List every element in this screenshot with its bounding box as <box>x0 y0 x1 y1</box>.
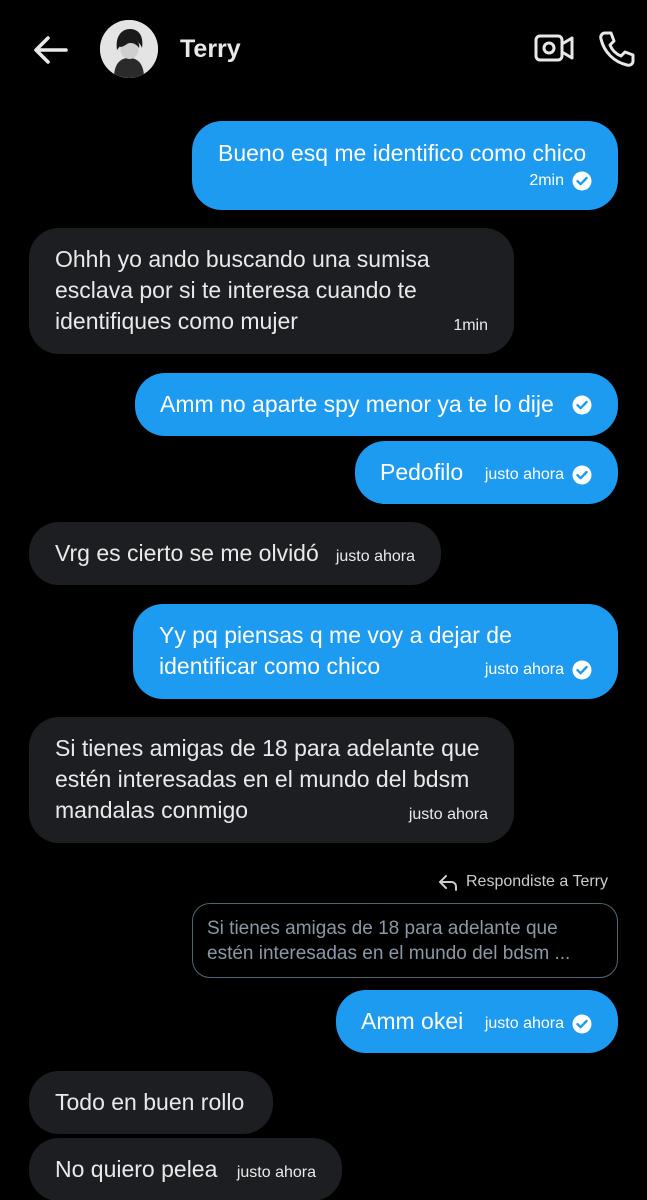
message-meta: justo ahora <box>485 660 592 680</box>
seen-check-icon <box>572 660 592 680</box>
message-meta: 1min <box>453 316 488 336</box>
message-text: Todo en buen rollo <box>55 1089 245 1115</box>
message-bubble-incoming[interactable]: Todo en buen rollo <box>29 1071 273 1134</box>
message-bubble-outgoing[interactable]: Bueno esq me identifico como chico 2min <box>192 121 618 210</box>
message-text: No quiero pelea <box>55 1156 218 1182</box>
reply-label: Respondiste a Terry <box>438 873 608 891</box>
message-text: Yy pq piensas q me voy a dejar de identi… <box>159 622 512 679</box>
seen-check-icon <box>572 171 592 191</box>
message-meta: justo ahora <box>485 465 592 485</box>
video-camera-icon[interactable] <box>533 30 575 66</box>
message-text: Pedofilo <box>380 459 464 485</box>
timestamp: justo ahora <box>484 466 564 483</box>
message-bubble-outgoing[interactable]: Pedofilo justo ahora <box>355 441 618 504</box>
message-text: Amm no aparte spy menor ya te lo dije <box>160 391 554 417</box>
message-bubble-outgoing[interactable]: Amm okei justo ahora <box>336 990 618 1053</box>
message-text: Amm okei <box>361 1008 464 1034</box>
avatar[interactable] <box>100 20 158 78</box>
timestamp: justo ahora <box>484 661 564 678</box>
seen-check-icon <box>572 395 592 415</box>
timestamp: 2min <box>529 172 564 189</box>
arrow-left-icon[interactable] <box>28 28 72 72</box>
phone-icon[interactable] <box>596 28 638 70</box>
message-meta: justo ahora <box>336 547 415 567</box>
message-meta: justo ahora <box>485 1014 592 1034</box>
message-bubble-incoming[interactable]: No quiero pelea justo ahora <box>29 1138 342 1200</box>
timestamp: 1min <box>453 317 488 334</box>
message-text: Ohhh yo ando buscando una sumisa esclava… <box>55 246 430 334</box>
message-bubble-incoming[interactable]: Vrg es cierto se me olvidó justo ahora <box>29 522 441 585</box>
avatar-image <box>100 20 158 78</box>
message-meta: justo ahora <box>237 1163 316 1183</box>
message-bubble-outgoing[interactable]: Amm no aparte spy menor ya te lo dije <box>135 373 618 436</box>
conversation-header: Terry <box>0 0 647 100</box>
seen-check-icon <box>572 1014 592 1034</box>
message-text: Vrg es cierto se me olvidó <box>55 540 319 566</box>
contact-name[interactable]: Terry <box>180 35 241 64</box>
message-meta: justo ahora <box>409 805 488 825</box>
reply-arrow-icon <box>439 875 457 891</box>
timestamp: justo ahora <box>236 1164 316 1181</box>
seen-check-icon <box>572 465 592 485</box>
message-meta: 2min <box>529 171 592 191</box>
message-text: Bueno esq me identifico como chico <box>218 140 587 166</box>
message-bubble-incoming[interactable]: Si tienes amigas de 18 para adelante que… <box>29 717 514 843</box>
timestamp: justo ahora <box>408 806 488 823</box>
message-meta <box>572 395 592 415</box>
message-bubble-incoming[interactable]: Ohhh yo ando buscando una sumisa esclava… <box>29 228 514 354</box>
message-bubble-outgoing[interactable]: Yy pq piensas q me voy a dejar de identi… <box>133 604 618 699</box>
timestamp: justo ahora <box>484 1015 564 1032</box>
timestamp: justo ahora <box>335 548 415 565</box>
reply-quote[interactable]: Si tienes amigas de 18 para adelante que… <box>192 903 618 978</box>
